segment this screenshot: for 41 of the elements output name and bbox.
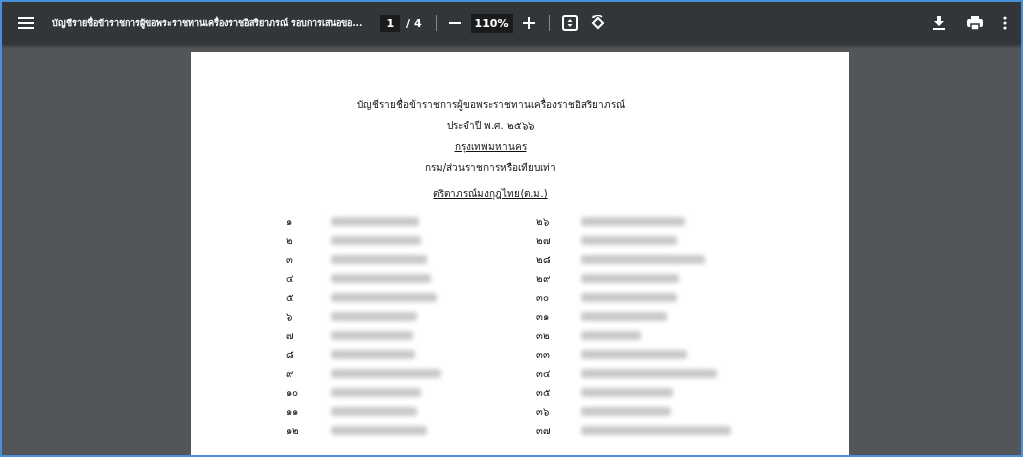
print-icon[interactable] — [967, 16, 983, 30]
row-number: ๑๑ — [285, 405, 299, 419]
row-number: ๓๒ — [535, 329, 551, 343]
row-number: ๓๕ — [535, 386, 552, 400]
row-number: ๒๗ — [535, 234, 552, 248]
page-number-field[interactable]: 1 — [380, 14, 401, 32]
row-number: ๓๔ — [535, 367, 552, 381]
row-number: ๒๖ — [535, 215, 550, 229]
row-number: ๙ — [285, 367, 294, 381]
document-heading: บัญชีรายชื่อข้าราชการผู้ขอพระราชทานเครื่องราชอิสริยาภรณ์ — [356, 96, 625, 113]
row-number: ๓๗ — [535, 424, 552, 438]
more-icon[interactable] — [1003, 16, 1007, 30]
department-label: กรม/ส่วนราชการหรือเทียบเท่า — [424, 161, 557, 175]
row-number: ๒๙ — [535, 272, 551, 286]
menu-icon[interactable] — [18, 17, 34, 29]
fit-page-icon[interactable] — [561, 15, 578, 31]
redacted-name — [580, 331, 641, 340]
row-number: ๓๑ — [535, 310, 550, 324]
row-number: ๒๘ — [535, 253, 552, 267]
row-number: ๓๖ — [535, 405, 550, 419]
row-number: ๘ — [285, 348, 295, 362]
document-year: ประจำปี พ.ศ. ๒๕๖๖ — [447, 119, 534, 133]
row-number: ๓๐ — [535, 291, 550, 305]
row-number: ๓ — [285, 253, 294, 267]
row-number: ๗ — [285, 329, 295, 343]
row-number: ๑ — [285, 215, 293, 229]
document-title: บัญชีรายชื่อข้าราชการผู้ขอพระราชทานเครื่องราชอิสริยาภรณ์ รอบการเสนอขอ... — [52, 15, 363, 31]
decoration-class: ตริตาภรณ์มงกุฎไทย(ต.ม.) — [433, 187, 548, 202]
row-number: ๔ — [285, 272, 295, 286]
rotate-icon[interactable] — [589, 15, 606, 31]
download-icon[interactable] — [933, 16, 945, 30]
row-number: ๑๐ — [285, 386, 299, 400]
row-number: ๑๒ — [285, 424, 300, 438]
row-number: ๒ — [285, 234, 294, 248]
agency-name: กรุงเทพมหานคร — [454, 140, 527, 155]
row-number: ๖ — [285, 310, 293, 324]
page-total: / 4 — [406, 16, 422, 30]
row-number: ๕ — [285, 291, 295, 305]
zoom-in-icon[interactable] — [522, 17, 535, 29]
row-number: ๓๓ — [535, 348, 551, 362]
zoom-field[interactable]: 110% — [470, 13, 513, 33]
